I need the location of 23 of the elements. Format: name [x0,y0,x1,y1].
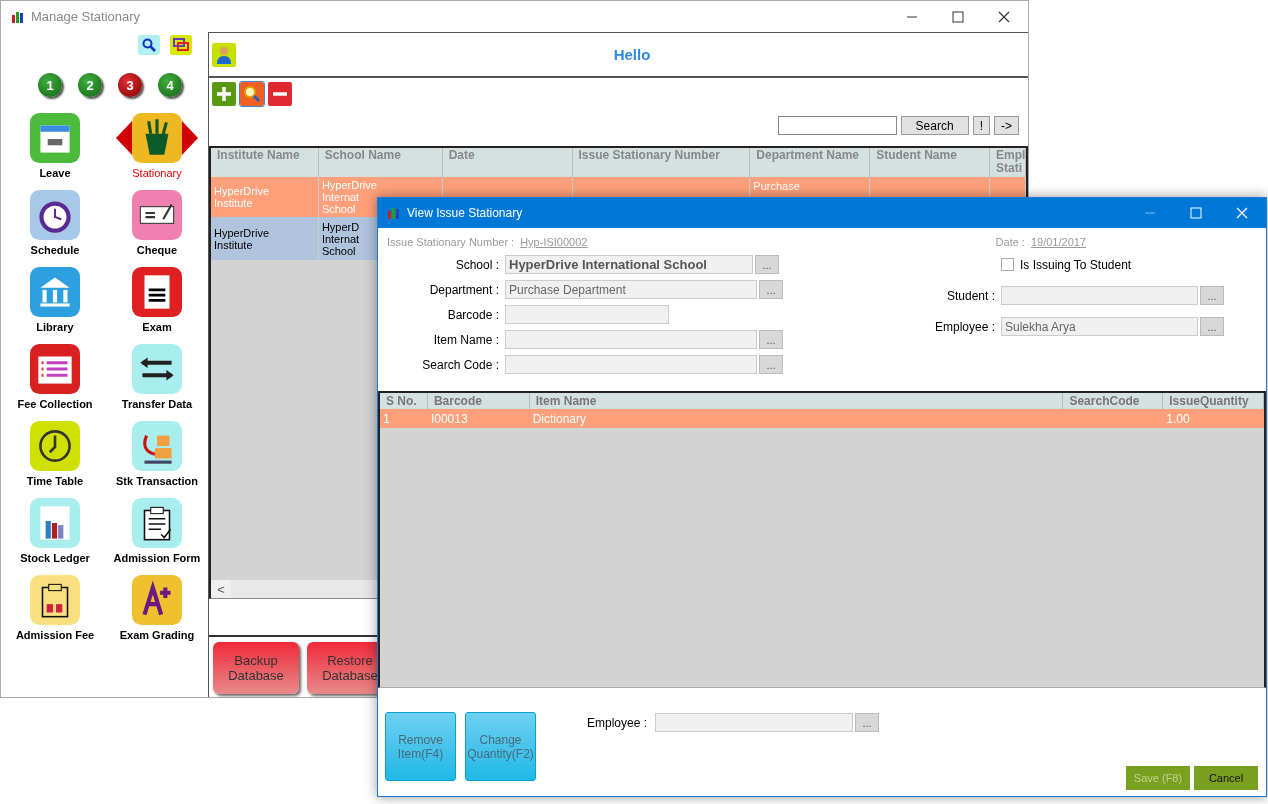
table-cell: HyperDrive Internat School [321,179,377,215]
checkbox-label: Is Issuing To Student [1020,257,1132,272]
field-label: Search Code : [421,357,500,372]
table-cell: Purchase [753,180,800,192]
table-cell: HyperDrive Institute [214,185,269,209]
dialog-title: View Issue Stationary [407,206,524,220]
table-cell: 1.00 [1166,412,1190,426]
table-cell: HyperD Internat School [321,220,360,257]
field-label: Barcode : [446,307,500,322]
table-cell: Dictionary [532,412,587,426]
field-label: Issue Stationary Number : [387,236,515,248]
table-cell: 1 [383,412,390,426]
table-cell: I00013 [430,412,468,426]
field-label: Date : [995,236,1025,248]
field-label: Employee : [933,319,996,334]
field-label: Item Name : [432,332,500,347]
table-cell: HyperDrive Institute [214,226,269,251]
field-label: Student : [945,288,996,303]
window-title: Manage Stationary [31,9,142,24]
field-label: Department : [428,282,500,297]
field-label: Employee : [587,714,648,732]
greeting-text: Hello [612,46,652,63]
field-label: School : [454,257,500,272]
